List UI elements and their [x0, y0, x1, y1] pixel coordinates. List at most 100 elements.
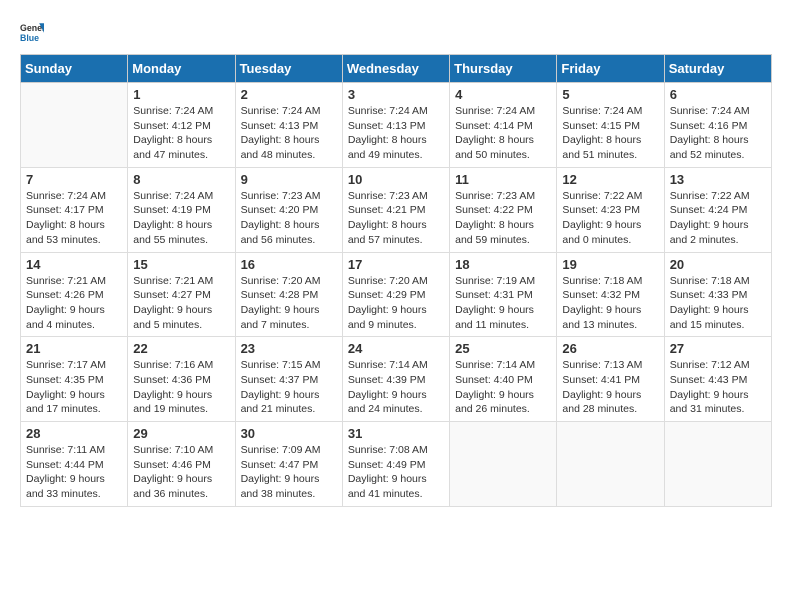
day-number: 6	[670, 87, 766, 102]
calendar-cell: 12 Sunrise: 7:22 AM Sunset: 4:23 PM Dayli…	[557, 167, 664, 252]
day-number: 15	[133, 257, 229, 272]
day-number: 8	[133, 172, 229, 187]
col-sunday: Sunday	[21, 55, 128, 83]
day-number: 14	[26, 257, 122, 272]
calendar-cell: 5Sunrise: 7:24 AM Sunset: 4:15 PM Daylig…	[557, 83, 664, 168]
calendar-cell: 23 Sunrise: 7:15 AM Sunset: 4:37 PM Dayli…	[235, 337, 342, 422]
day-number: 16	[241, 257, 337, 272]
calendar-cell: 22 Sunrise: 7:16 AM Sunset: 4:36 PM Dayli…	[128, 337, 235, 422]
logo-icon: General Blue	[20, 20, 44, 44]
day-number: 2	[241, 87, 337, 102]
day-info: Sunrise: 7:17 AM Sunset: 4:35 PM Dayligh…	[26, 358, 122, 417]
day-info: Sunrise: 7:18 AM Sunset: 4:33 PM Dayligh…	[670, 274, 766, 333]
col-saturday: Saturday	[664, 55, 771, 83]
day-number: 25	[455, 341, 551, 356]
svg-text:Blue: Blue	[20, 33, 39, 43]
day-info: Sunrise: 7:16 AM Sunset: 4:36 PM Dayligh…	[133, 358, 229, 417]
day-number: 21	[26, 341, 122, 356]
day-number: 3	[348, 87, 444, 102]
calendar-cell: 9 Sunrise: 7:23 AM Sunset: 4:20 PM Daylig…	[235, 167, 342, 252]
calendar-cell: 16 Sunrise: 7:20 AM Sunset: 4:28 PM Dayli…	[235, 252, 342, 337]
day-info: Sunrise: 7:09 AM Sunset: 4:47 PM Dayligh…	[241, 443, 337, 502]
day-info: Sunrise: 7:24 AM Sunset: 4:19 PM Dayligh…	[133, 189, 229, 248]
day-number: 20	[670, 257, 766, 272]
calendar-week-row-2: 7 Sunrise: 7:24 AM Sunset: 4:17 PM Daylig…	[21, 167, 772, 252]
day-info: Sunrise: 7:24 AM Sunset: 4:13 PM Dayligh…	[348, 104, 444, 163]
calendar-cell: 28Sunrise: 7:11 AM Sunset: 4:44 PM Dayli…	[21, 422, 128, 507]
day-number: 4	[455, 87, 551, 102]
calendar-cell: 24 Sunrise: 7:14 AM Sunset: 4:39 PM Dayli…	[342, 337, 449, 422]
calendar-cell: 19 Sunrise: 7:18 AM Sunset: 4:32 PM Dayli…	[557, 252, 664, 337]
day-number: 7	[26, 172, 122, 187]
day-number: 27	[670, 341, 766, 356]
day-info: Sunrise: 7:24 AM Sunset: 4:17 PM Dayligh…	[26, 189, 122, 248]
day-info: Sunrise: 7:23 AM Sunset: 4:21 PM Dayligh…	[348, 189, 444, 248]
day-number: 10	[348, 172, 444, 187]
calendar-cell: 26 Sunrise: 7:13 AM Sunset: 4:41 PM Dayli…	[557, 337, 664, 422]
day-number: 29	[133, 426, 229, 441]
calendar-cell: 21 Sunrise: 7:17 AM Sunset: 4:35 PM Dayli…	[21, 337, 128, 422]
calendar-header-row: Sunday Monday Tuesday Wednesday Thursday…	[21, 55, 772, 83]
day-info: Sunrise: 7:13 AM Sunset: 4:41 PM Dayligh…	[562, 358, 658, 417]
day-info: Sunrise: 7:18 AM Sunset: 4:32 PM Dayligh…	[562, 274, 658, 333]
calendar-cell: 6 Sunrise: 7:24 AM Sunset: 4:16 PM Daylig…	[664, 83, 771, 168]
day-info: Sunrise: 7:14 AM Sunset: 4:40 PM Dayligh…	[455, 358, 551, 417]
day-info: Sunrise: 7:20 AM Sunset: 4:28 PM Dayligh…	[241, 274, 337, 333]
day-info: Sunrise: 7:10 AM Sunset: 4:46 PM Dayligh…	[133, 443, 229, 502]
day-number: 19	[562, 257, 658, 272]
day-info: Sunrise: 7:14 AM Sunset: 4:39 PM Dayligh…	[348, 358, 444, 417]
day-number: 5	[562, 87, 658, 102]
day-info: Sunrise: 7:12 AM Sunset: 4:43 PM Dayligh…	[670, 358, 766, 417]
calendar-week-row-4: 21 Sunrise: 7:17 AM Sunset: 4:35 PM Dayli…	[21, 337, 772, 422]
day-number: 24	[348, 341, 444, 356]
calendar-cell: 4 Sunrise: 7:24 AM Sunset: 4:14 PM Daylig…	[450, 83, 557, 168]
day-number: 28	[26, 426, 122, 441]
col-monday: Monday	[128, 55, 235, 83]
calendar-cell	[664, 422, 771, 507]
day-number: 9	[241, 172, 337, 187]
day-info: Sunrise: 7:22 AM Sunset: 4:23 PM Dayligh…	[562, 189, 658, 248]
calendar-cell: 27 Sunrise: 7:12 AM Sunset: 4:43 PM Dayli…	[664, 337, 771, 422]
day-info: Sunrise: 7:24 AM Sunset: 4:14 PM Dayligh…	[455, 104, 551, 163]
calendar-cell: 20 Sunrise: 7:18 AM Sunset: 4:33 PM Dayli…	[664, 252, 771, 337]
col-thursday: Thursday	[450, 55, 557, 83]
calendar-cell: 25 Sunrise: 7:14 AM Sunset: 4:40 PM Dayli…	[450, 337, 557, 422]
day-info: Sunrise: 7:21 AM Sunset: 4:27 PM Dayligh…	[133, 274, 229, 333]
day-info: Sunrise: 7:24 AM Sunset: 4:13 PM Dayligh…	[241, 104, 337, 163]
calendar-week-row-5: 28Sunrise: 7:11 AM Sunset: 4:44 PM Dayli…	[21, 422, 772, 507]
calendar-week-row-1: 1Sunrise: 7:24 AM Sunset: 4:12 PM Daylig…	[21, 83, 772, 168]
calendar-cell: 1Sunrise: 7:24 AM Sunset: 4:12 PM Daylig…	[128, 83, 235, 168]
day-info: Sunrise: 7:08 AM Sunset: 4:49 PM Dayligh…	[348, 443, 444, 502]
day-number: 30	[241, 426, 337, 441]
day-info: Sunrise: 7:15 AM Sunset: 4:37 PM Dayligh…	[241, 358, 337, 417]
col-friday: Friday	[557, 55, 664, 83]
day-number: 23	[241, 341, 337, 356]
day-info: Sunrise: 7:23 AM Sunset: 4:20 PM Dayligh…	[241, 189, 337, 248]
calendar-cell: 3 Sunrise: 7:24 AM Sunset: 4:13 PM Daylig…	[342, 83, 449, 168]
calendar-cell	[557, 422, 664, 507]
calendar-cell	[21, 83, 128, 168]
day-info: Sunrise: 7:23 AM Sunset: 4:22 PM Dayligh…	[455, 189, 551, 248]
day-info: Sunrise: 7:24 AM Sunset: 4:16 PM Dayligh…	[670, 104, 766, 163]
day-info: Sunrise: 7:24 AM Sunset: 4:12 PM Dayligh…	[133, 104, 229, 163]
calendar-cell: 10 Sunrise: 7:23 AM Sunset: 4:21 PM Dayli…	[342, 167, 449, 252]
day-number: 31	[348, 426, 444, 441]
day-info: Sunrise: 7:19 AM Sunset: 4:31 PM Dayligh…	[455, 274, 551, 333]
calendar-week-row-3: 14 Sunrise: 7:21 AM Sunset: 4:26 PM Dayli…	[21, 252, 772, 337]
calendar-cell: 30 Sunrise: 7:09 AM Sunset: 4:47 PM Dayli…	[235, 422, 342, 507]
col-tuesday: Tuesday	[235, 55, 342, 83]
calendar-cell: 18Sunrise: 7:19 AM Sunset: 4:31 PM Dayli…	[450, 252, 557, 337]
day-info: Sunrise: 7:21 AM Sunset: 4:26 PM Dayligh…	[26, 274, 122, 333]
calendar-cell: 8 Sunrise: 7:24 AM Sunset: 4:19 PM Daylig…	[128, 167, 235, 252]
day-info: Sunrise: 7:22 AM Sunset: 4:24 PM Dayligh…	[670, 189, 766, 248]
calendar-cell: 11Sunrise: 7:23 AM Sunset: 4:22 PM Dayli…	[450, 167, 557, 252]
calendar-cell: 7 Sunrise: 7:24 AM Sunset: 4:17 PM Daylig…	[21, 167, 128, 252]
day-number: 26	[562, 341, 658, 356]
day-number: 12	[562, 172, 658, 187]
calendar-cell: 17Sunrise: 7:20 AM Sunset: 4:29 PM Dayli…	[342, 252, 449, 337]
calendar-cell: 14 Sunrise: 7:21 AM Sunset: 4:26 PM Dayli…	[21, 252, 128, 337]
calendar-table: Sunday Monday Tuesday Wednesday Thursday…	[20, 54, 772, 507]
calendar-cell: 13 Sunrise: 7:22 AM Sunset: 4:24 PM Dayli…	[664, 167, 771, 252]
day-number: 13	[670, 172, 766, 187]
day-number: 22	[133, 341, 229, 356]
